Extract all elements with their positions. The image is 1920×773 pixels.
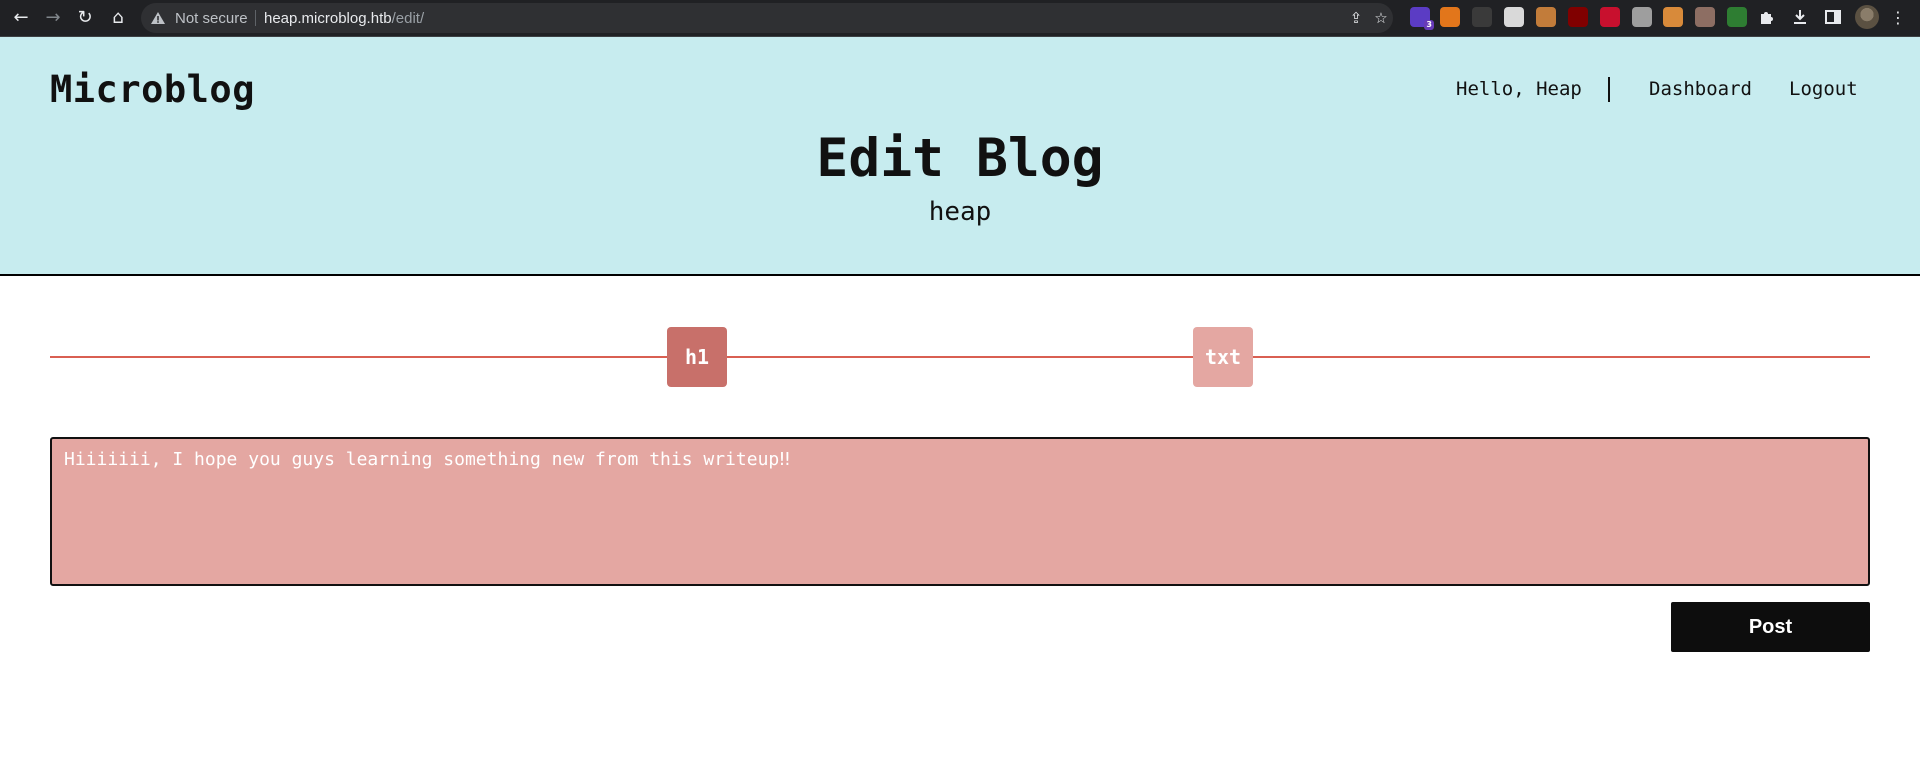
browser-toolbar: ← → ↻ ⌂ Not secure heap.microblog.htb/ed…: [0, 0, 1920, 37]
puzzle-extensions-icon[interactable]: [1757, 7, 1777, 27]
greeting-text: Hello, Heap: [1456, 78, 1582, 100]
profile-avatar[interactable]: [1855, 5, 1879, 29]
download-icon[interactable]: [1790, 7, 1810, 27]
post-button[interactable]: Post: [1671, 602, 1870, 652]
txt-tool-button[interactable]: txt: [1193, 327, 1253, 387]
blog-content-textarea[interactable]: Hiiiiiii, I hope you guys learning somet…: [50, 437, 1870, 586]
brand-logo[interactable]: Microblog: [50, 68, 255, 111]
page-subtitle: heap: [928, 197, 992, 227]
security-label[interactable]: Not secure: [175, 10, 248, 27]
url-text[interactable]: heap.microblog.htb/edit/: [264, 10, 424, 27]
forward-icon[interactable]: →: [39, 4, 67, 32]
wappalyzer-icon[interactable]: [1600, 7, 1620, 27]
nav-divider: [1608, 77, 1610, 102]
nav-logout-link[interactable]: Logout: [1789, 78, 1858, 100]
address-bar[interactable]: Not secure heap.microblog.htb/edit/ ⇪ ☆: [141, 3, 1393, 33]
h1-tool-button[interactable]: h1: [667, 327, 727, 387]
url-host: heap.microblog.htb: [264, 10, 392, 27]
ext-1-icon[interactable]: 3: [1410, 7, 1434, 30]
cookie-icon[interactable]: [1536, 7, 1556, 27]
side-panel-icon[interactable]: [1823, 7, 1843, 27]
warning-icon[interactable]: [149, 6, 167, 30]
ublock-icon[interactable]: [1568, 7, 1588, 27]
page-title: Edit Blog: [816, 128, 1104, 189]
ext-3-icon[interactable]: [1472, 7, 1492, 27]
share-icon[interactable]: ⇪: [1344, 6, 1368, 30]
cookie-editor-icon[interactable]: [1663, 7, 1683, 27]
kebab-menu-icon[interactable]: ⋮: [1888, 5, 1908, 29]
extension-badge: 3: [1424, 20, 1434, 30]
reload-icon[interactable]: ↻: [71, 4, 99, 32]
nav-dashboard-link[interactable]: Dashboard: [1649, 78, 1752, 100]
omnibox-divider: [255, 10, 256, 26]
back-icon[interactable]: ←: [7, 4, 35, 32]
ext-11-icon[interactable]: [1727, 7, 1747, 27]
ext-4-icon[interactable]: [1504, 7, 1524, 27]
site-header: Microblog Hello, Heap Dashboard Logout E…: [0, 37, 1920, 276]
url-path: /edit/: [391, 10, 425, 27]
ext-8-icon[interactable]: [1632, 7, 1652, 27]
ext-10-icon[interactable]: [1695, 7, 1715, 27]
toolbar-line: [50, 356, 1870, 358]
metamask-icon[interactable]: [1440, 7, 1460, 27]
home-icon[interactable]: ⌂: [104, 4, 132, 32]
bookmark-star-icon[interactable]: ☆: [1369, 6, 1393, 30]
